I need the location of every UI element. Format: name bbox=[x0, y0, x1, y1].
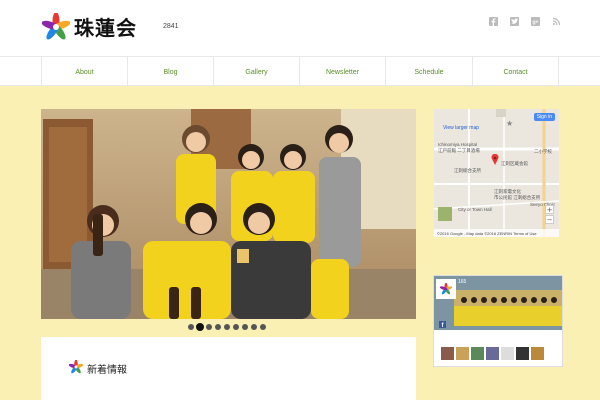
facebook-icon[interactable] bbox=[489, 17, 498, 26]
lotus-icon bbox=[69, 360, 83, 374]
rss-icon[interactable] bbox=[552, 17, 561, 26]
map-sign-in-button[interactable]: Sign in bbox=[533, 113, 555, 121]
nav-item-about[interactable]: About bbox=[41, 57, 127, 87]
fb-cover-photo bbox=[434, 276, 562, 330]
site-number: 2841 bbox=[163, 23, 179, 30]
news-section: 新着情報 bbox=[41, 337, 416, 400]
logo-text: 珠蓮会 bbox=[74, 16, 137, 40]
main-nav: About Blog Gallery Newsletter Schedule C… bbox=[0, 56, 600, 87]
map-label: 江刺区蔵会館 bbox=[501, 161, 528, 166]
google-map[interactable]: Sign in View larger map ★ Ichinomiya Hos… bbox=[434, 109, 559, 237]
fb-thumbnail[interactable] bbox=[486, 347, 499, 360]
slider-dot[interactable] bbox=[260, 324, 266, 330]
fb-thumbnail[interactable] bbox=[501, 347, 514, 360]
map-label: 江戸前鮨 二丁目酒場 bbox=[438, 148, 480, 153]
fb-follower-thumbnails bbox=[441, 347, 544, 360]
nav-item-contact[interactable]: Contact bbox=[472, 57, 559, 87]
fb-thumbnail[interactable] bbox=[471, 347, 484, 360]
slider-dot[interactable] bbox=[224, 324, 230, 330]
twitter-icon[interactable] bbox=[510, 17, 519, 26]
view-larger-map-link[interactable]: View larger map bbox=[443, 125, 479, 131]
slider-dot[interactable] bbox=[242, 324, 248, 330]
slider-dot[interactable] bbox=[233, 324, 239, 330]
map-footer: ©2016 Google - Map data ©2016 ZENRIN Ter… bbox=[434, 229, 559, 237]
map-label: 江刺総合支所 bbox=[454, 168, 481, 173]
news-heading: 新着情報 bbox=[87, 365, 127, 376]
slider-dot[interactable] bbox=[251, 324, 257, 330]
photo-slider[interactable] bbox=[41, 109, 416, 319]
facebook-page-widget[interactable]: 165 f bbox=[433, 275, 563, 367]
fb-thumbnail[interactable] bbox=[441, 347, 454, 360]
site-header: 珠蓮会 2841 g+ bbox=[0, 0, 600, 56]
nav-item-newsletter[interactable]: Newsletter bbox=[299, 57, 385, 87]
slider-dot[interactable] bbox=[188, 324, 194, 330]
slider-dot[interactable] bbox=[206, 324, 212, 330]
site-logo[interactable]: 珠蓮会 bbox=[42, 12, 137, 41]
lotus-logo-icon bbox=[42, 12, 70, 39]
fb-page-avatar-icon bbox=[440, 283, 452, 295]
svg-text:g+: g+ bbox=[533, 20, 539, 26]
group-photo bbox=[41, 109, 416, 319]
nav-item-schedule[interactable]: Schedule bbox=[385, 57, 472, 87]
map-label: City or Town Hall bbox=[458, 207, 492, 212]
slider-dot-active[interactable] bbox=[197, 324, 203, 330]
facebook-icon[interactable]: f bbox=[439, 321, 446, 328]
fb-like-count: 165 bbox=[458, 279, 467, 285]
map-label: 市公民館 江刺総合支所 bbox=[494, 195, 541, 200]
nav-item-blog[interactable]: Blog bbox=[127, 57, 213, 87]
fb-thumbnail[interactable] bbox=[531, 347, 544, 360]
zoom-out-button[interactable]: − bbox=[545, 215, 554, 224]
fb-thumbnail[interactable] bbox=[456, 347, 469, 360]
google-plus-icon[interactable]: g+ bbox=[531, 17, 540, 26]
map-label: Ichinomiya Hospital bbox=[438, 142, 478, 147]
map-label: 二小学校 bbox=[534, 149, 552, 154]
nav-item-gallery[interactable]: Gallery bbox=[213, 57, 299, 87]
star-icon[interactable]: ★ bbox=[506, 119, 513, 128]
map-pin-icon bbox=[491, 154, 499, 165]
fb-thumbnail[interactable] bbox=[516, 347, 529, 360]
slider-dot[interactable] bbox=[215, 324, 221, 330]
zoom-in-button[interactable]: + bbox=[545, 205, 554, 214]
slider-pagination bbox=[188, 324, 266, 330]
